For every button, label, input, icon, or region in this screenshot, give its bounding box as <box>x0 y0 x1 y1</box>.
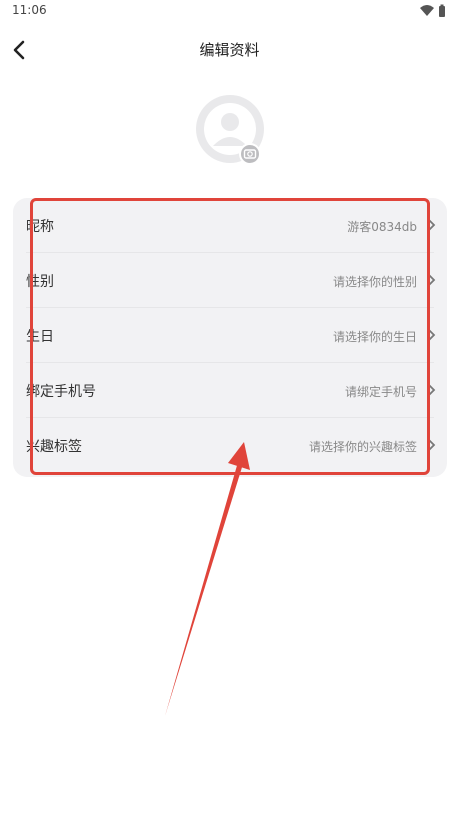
chevron-right-icon <box>427 218 436 232</box>
chevron-right-icon <box>427 273 436 287</box>
row-value: 请绑定手机号 <box>344 385 417 399</box>
row-label: 兴趣标签 <box>26 439 82 455</box>
camera-icon <box>239 143 261 165</box>
row-label: 性别 <box>26 274 54 290</box>
status-icons <box>420 4 445 17</box>
profile-card: 昵称 游客0834db 性别 请选择你的性别 生日 请选择你的生日 绑定手机号 … <box>13 198 447 477</box>
row-label: 绑定手机号 <box>26 384 96 400</box>
battery-icon <box>439 6 445 17</box>
chevron-right-icon <box>427 328 436 342</box>
row-label: 昵称 <box>26 219 54 235</box>
row-nickname[interactable]: 昵称 游客0834db <box>13 198 447 253</box>
row-gender[interactable]: 性别 请选择你的性别 <box>13 253 447 308</box>
user-avatar-icon <box>196 95 264 165</box>
row-label: 生日 <box>26 329 54 345</box>
status-time: 11:06 <box>12 3 47 17</box>
wifi-icon <box>420 5 434 16</box>
status-bar: 11:06 <box>0 0 459 22</box>
row-interests[interactable]: 兴趣标签 请选择你的兴趣标签 <box>13 418 447 473</box>
row-birthday[interactable]: 生日 请选择你的生日 <box>13 308 447 363</box>
row-value: 请选择你的性别 <box>332 275 417 289</box>
chevron-right-icon <box>427 383 436 397</box>
page-title: 编辑资料 <box>199 41 260 59</box>
row-value: 请选择你的兴趣标签 <box>308 440 417 454</box>
avatar-button[interactable] <box>195 94 265 165</box>
row-phone[interactable]: 绑定手机号 请绑定手机号 <box>13 363 447 418</box>
row-value: 游客0834db <box>347 220 417 234</box>
row-value: 请选择你的生日 <box>332 330 417 344</box>
nav-bar: 编辑资料 <box>0 30 459 70</box>
chevron-right-icon <box>427 438 436 452</box>
